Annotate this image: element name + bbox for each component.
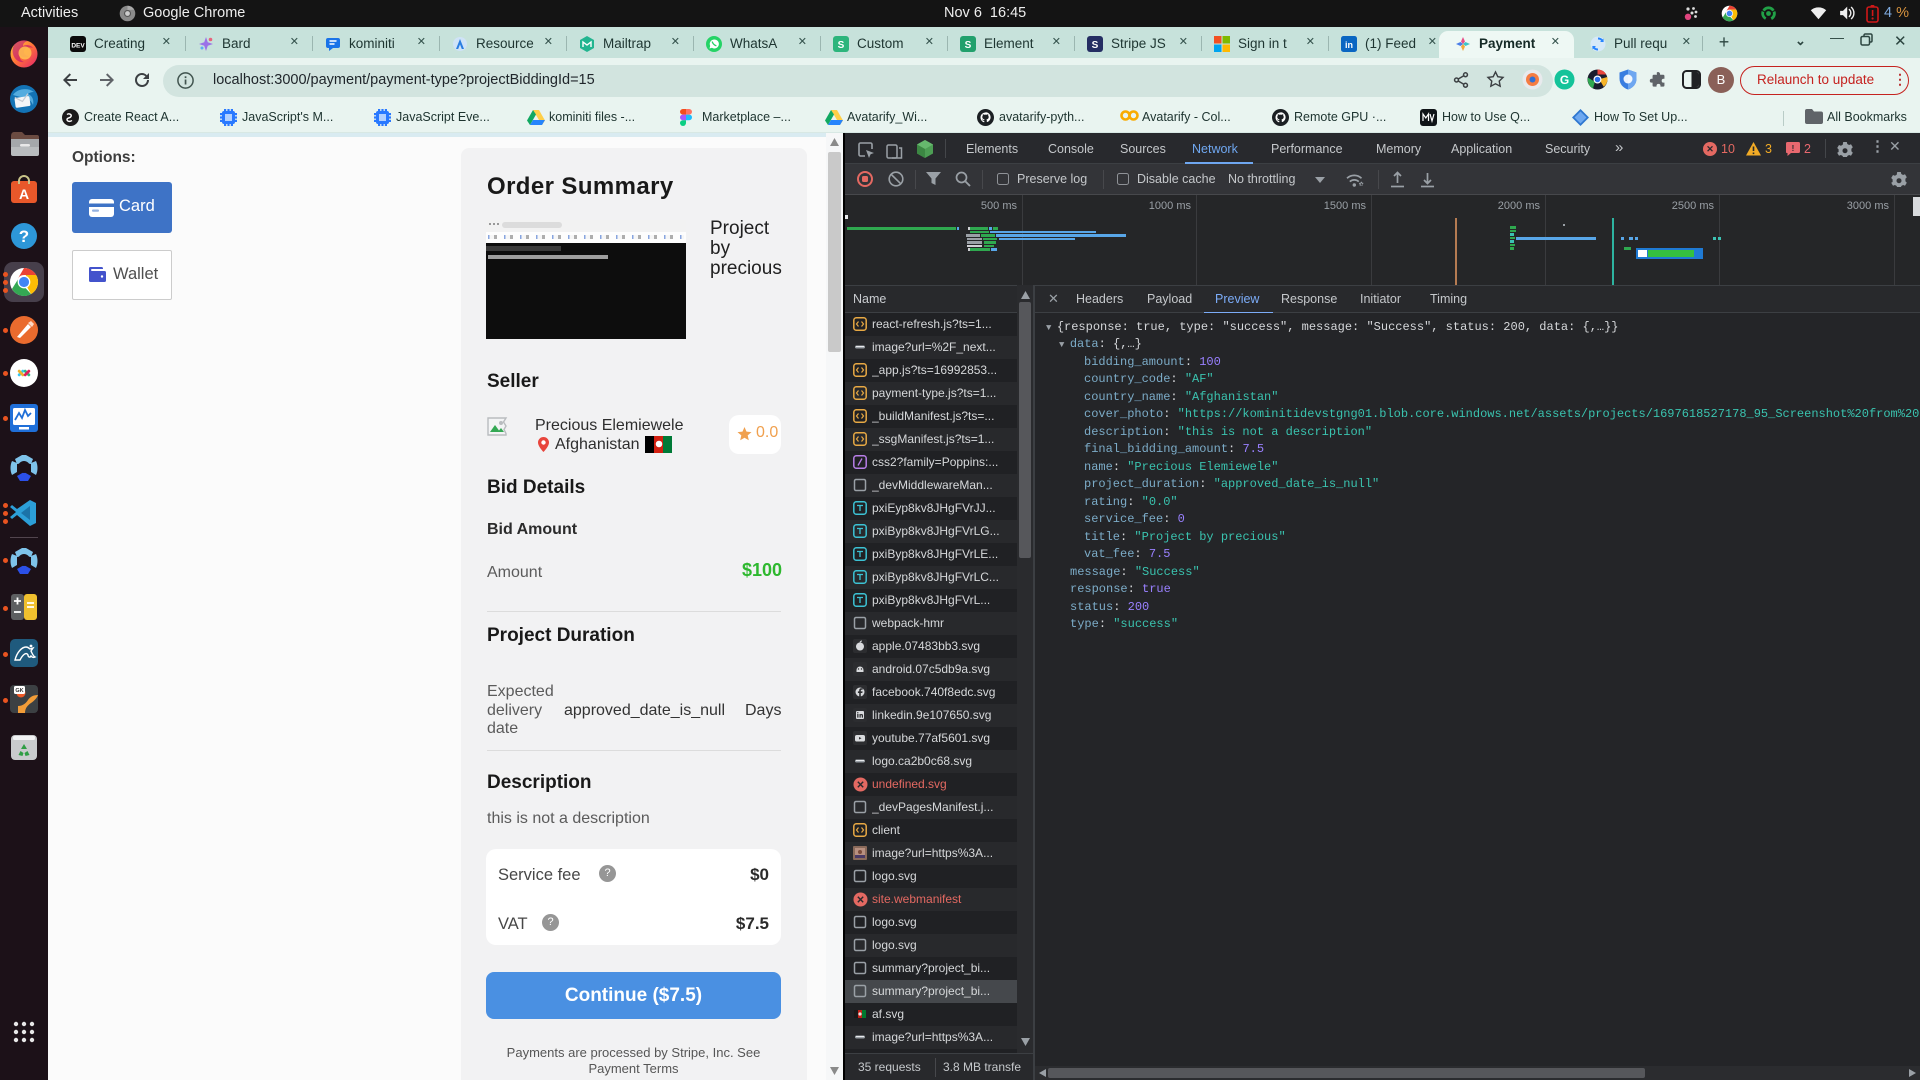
svg-text:G: G (1560, 73, 1569, 87)
svg-text:S: S (838, 40, 845, 51)
svg-text:!: ! (1792, 144, 1795, 153)
svg-text:in: in (1345, 40, 1353, 50)
svg-text:S: S (965, 40, 972, 51)
svg-text:A: A (19, 186, 29, 202)
svg-text:?: ? (19, 227, 29, 246)
svg-text:S: S (1092, 40, 1099, 51)
svg-text:DEV: DEV (71, 43, 85, 50)
svg-text:GK: GK (15, 688, 23, 694)
